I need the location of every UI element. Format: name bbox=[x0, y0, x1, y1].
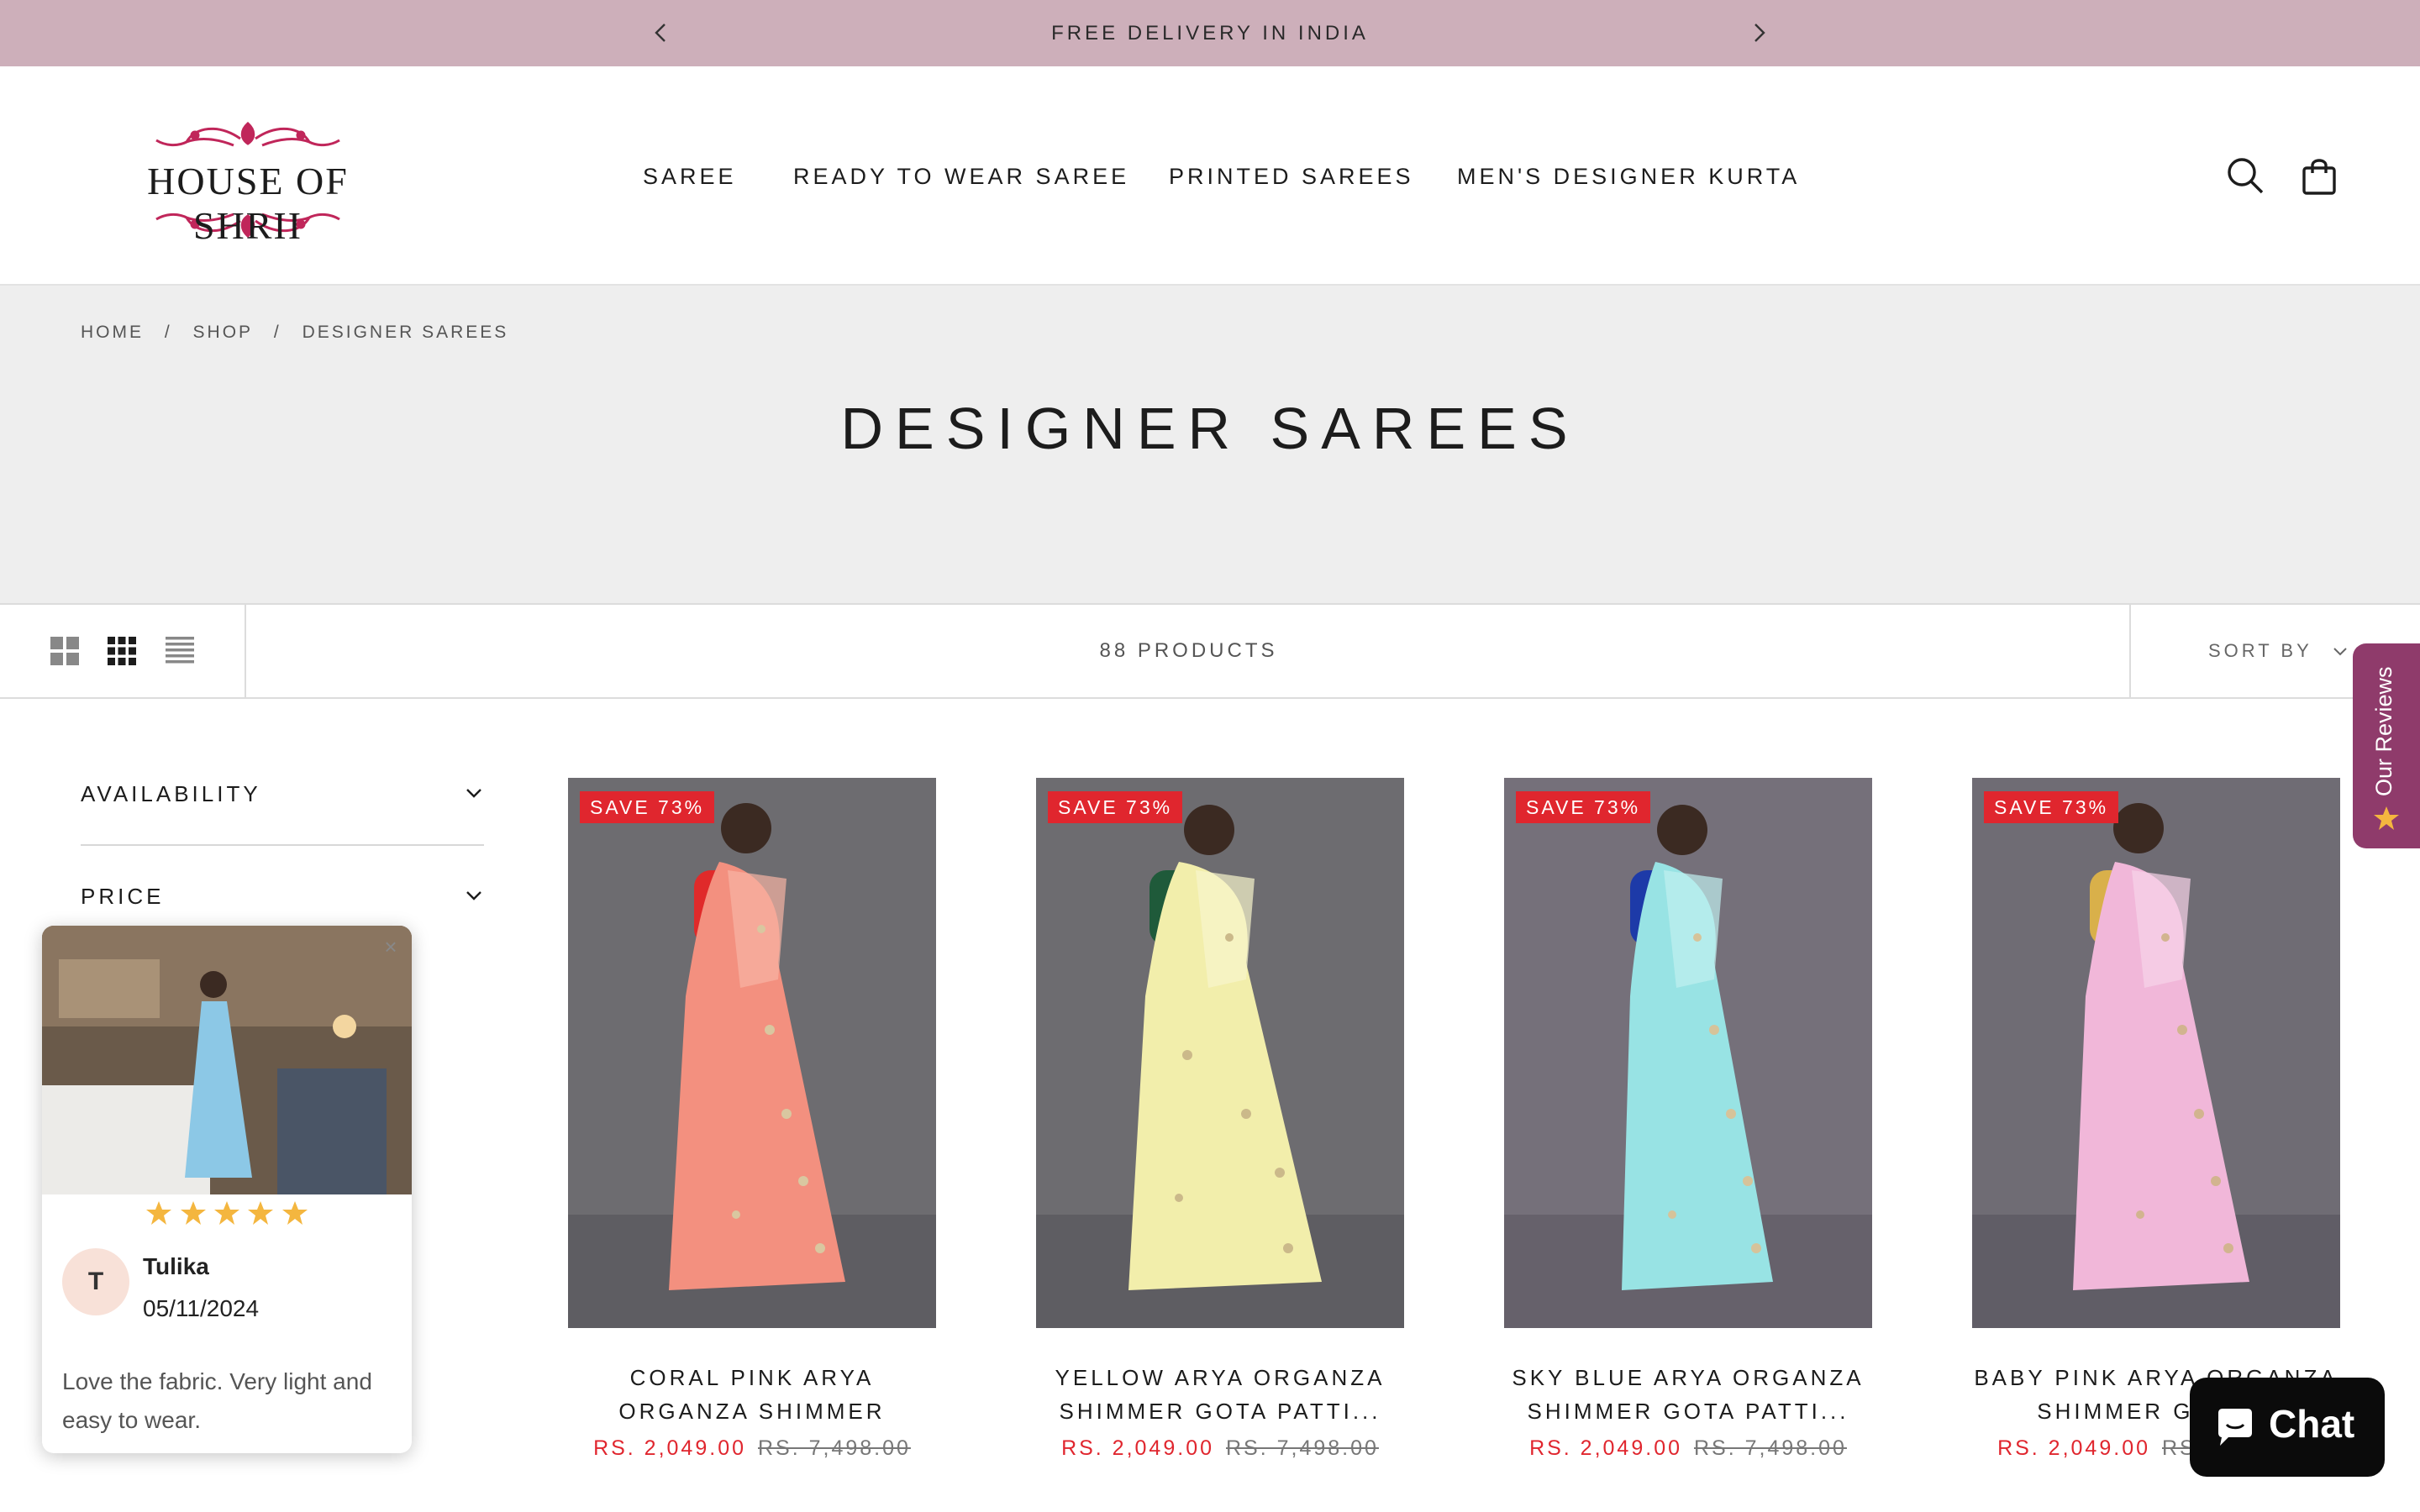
review-text: Love the fabric. Very light and easy to … bbox=[62, 1368, 372, 1433]
product-photo bbox=[1036, 778, 1404, 1328]
announcement-text: FREE DELIVERY IN INDIA bbox=[1051, 22, 1369, 45]
filter-price[interactable]: PRICE bbox=[81, 872, 484, 922]
breadcrumb-shop[interactable]: SHOP bbox=[193, 323, 254, 342]
reviewer-name: Tulika bbox=[143, 1253, 209, 1279]
site-header: HOUSE OF SHRII SAREE READY TO WEAR SAREE… bbox=[0, 66, 2420, 286]
chat-label: Chat bbox=[2269, 1402, 2355, 1446]
view-mode-switcher bbox=[0, 605, 246, 697]
review-photo bbox=[42, 926, 412, 1194]
product-count: 88 PRODUCTS bbox=[1099, 639, 1278, 662]
announcement-bar: FREE DELIVERY IN INDIA bbox=[0, 0, 2420, 66]
review-date: 05/11/2024 bbox=[143, 1295, 260, 1321]
product-image[interactable]: SAVE 73% bbox=[1504, 778, 1872, 1328]
sort-by-label: SORT BY bbox=[2208, 640, 2312, 661]
product-image[interactable]: SAVE 73% bbox=[1972, 778, 2340, 1328]
breadcrumb-separator: / bbox=[164, 323, 172, 342]
main-nav: SAREE READY TO WEAR SAREE PRINTED SAREES… bbox=[0, 164, 2420, 197]
breadcrumb: HOME / SHOP / DESIGNER SAREES bbox=[81, 323, 522, 343]
product-photo bbox=[1972, 778, 2340, 1328]
product-title[interactable]: CORAL PINK ARYA ORGANZA SHIMMER GOTA.. bbox=[568, 1361, 936, 1428]
product-card[interactable]: SAVE 73% SKY BLUE ARYA ORGANZA SHIMMER G… bbox=[1504, 778, 1872, 1512]
search-icon[interactable] bbox=[2225, 155, 2265, 196]
nav-item-ready-to-wear-saree[interactable]: READY TO WEAR SAREE bbox=[793, 164, 1129, 190]
breadcrumb-separator: / bbox=[273, 323, 281, 342]
product-title[interactable]: YELLOW ARYA ORGANZA SHIMMER GOTA PATTI..… bbox=[1036, 1361, 1404, 1428]
star-rating bbox=[42, 1200, 412, 1231]
compare-at-price: RS. 7,498.00 bbox=[758, 1436, 911, 1460]
product-card[interactable]: SAVE 73% YELLOW ARYA ORGANZA SHIMMER GOT… bbox=[1036, 778, 1404, 1512]
product-card[interactable]: SAVE 73% CORAL PINK ARYA ORGANZA SHIMMER… bbox=[568, 778, 936, 1512]
nav-item-mens-designer-kurta[interactable]: MEN'S DESIGNER KURTA bbox=[1457, 164, 1800, 190]
filter-availability[interactable]: AVAILABILITY bbox=[81, 769, 484, 820]
list-icon[interactable] bbox=[164, 635, 196, 667]
nav-item-printed-sarees[interactable]: PRINTED SAREES bbox=[1169, 164, 1414, 190]
chevron-down-icon bbox=[2333, 648, 2347, 656]
product-photo bbox=[1504, 778, 1872, 1328]
sale-badge: SAVE 73% bbox=[580, 791, 715, 823]
close-icon[interactable]: × bbox=[380, 936, 402, 958]
chevron-down-icon bbox=[466, 891, 481, 900]
filter-divider bbox=[81, 844, 484, 846]
our-reviews-tab[interactable]: Our Reviews bbox=[2353, 643, 2420, 848]
cart-icon[interactable] bbox=[2299, 155, 2339, 196]
compare-at-price: RS. 7,498.00 bbox=[1694, 1436, 1847, 1460]
sale-price: RS. 2,049.00 bbox=[593, 1436, 746, 1460]
review-popup[interactable]: × T Tulika 05/11/2024 Love the fabric. V… bbox=[42, 926, 412, 1453]
star-icon bbox=[2374, 806, 2399, 830]
chevron-down-icon bbox=[466, 789, 481, 798]
our-reviews-label: Our Reviews bbox=[2371, 666, 2396, 796]
compare-at-price: RS. 7,498.00 bbox=[1226, 1436, 1379, 1460]
sale-price: RS. 2,049.00 bbox=[1529, 1436, 1682, 1460]
filter-availability-label: AVAILABILITY bbox=[81, 781, 261, 806]
grid-3-icon[interactable] bbox=[106, 635, 138, 667]
filter-price-label: PRICE bbox=[81, 884, 165, 909]
breadcrumb-current: DESIGNER SAREES bbox=[302, 323, 509, 342]
product-price-row: RS. 2,049.00 RS. 7,498.00 bbox=[1504, 1436, 1872, 1461]
sale-badge: SAVE 73% bbox=[1516, 791, 1651, 823]
star-icon bbox=[180, 1201, 206, 1225]
avatar: T bbox=[62, 1248, 129, 1315]
chat-button[interactable]: Chat bbox=[2190, 1378, 2385, 1477]
breadcrumb-home[interactable]: HOME bbox=[81, 323, 144, 342]
grid-2-icon[interactable] bbox=[49, 635, 81, 667]
product-image[interactable]: SAVE 73% bbox=[568, 778, 936, 1328]
star-icon bbox=[146, 1201, 172, 1225]
collection-toolbar: 88 PRODUCTS SORT BY bbox=[0, 605, 2420, 699]
page-title: DESIGNER SAREES bbox=[840, 396, 1580, 461]
sale-price: RS. 2,049.00 bbox=[1061, 1436, 1214, 1460]
sale-price: RS. 2,049.00 bbox=[1997, 1436, 2150, 1460]
product-title[interactable]: SKY BLUE ARYA ORGANZA SHIMMER GOTA PATTI… bbox=[1504, 1361, 1872, 1428]
product-price-row: RS. 2,049.00 RS. 7,498.00 bbox=[568, 1436, 936, 1461]
product-price-row: RS. 2,049.00 RS. 7,498.00 bbox=[1036, 1436, 1404, 1461]
chat-bubble-icon bbox=[2218, 1409, 2252, 1446]
star-icon bbox=[248, 1201, 274, 1225]
collection-hero: HOME / SHOP / DESIGNER SAREES DESIGNER S… bbox=[0, 286, 2420, 605]
sale-badge: SAVE 73% bbox=[1984, 791, 2119, 823]
next-announcement-chevron-icon[interactable] bbox=[1746, 20, 1771, 45]
product-image[interactable]: SAVE 73% bbox=[1036, 778, 1404, 1328]
product-photo bbox=[568, 778, 936, 1328]
nav-item-saree[interactable]: SAREE bbox=[643, 164, 737, 190]
star-icon bbox=[281, 1201, 308, 1225]
star-icon bbox=[214, 1201, 239, 1225]
sale-badge: SAVE 73% bbox=[1048, 791, 1183, 823]
